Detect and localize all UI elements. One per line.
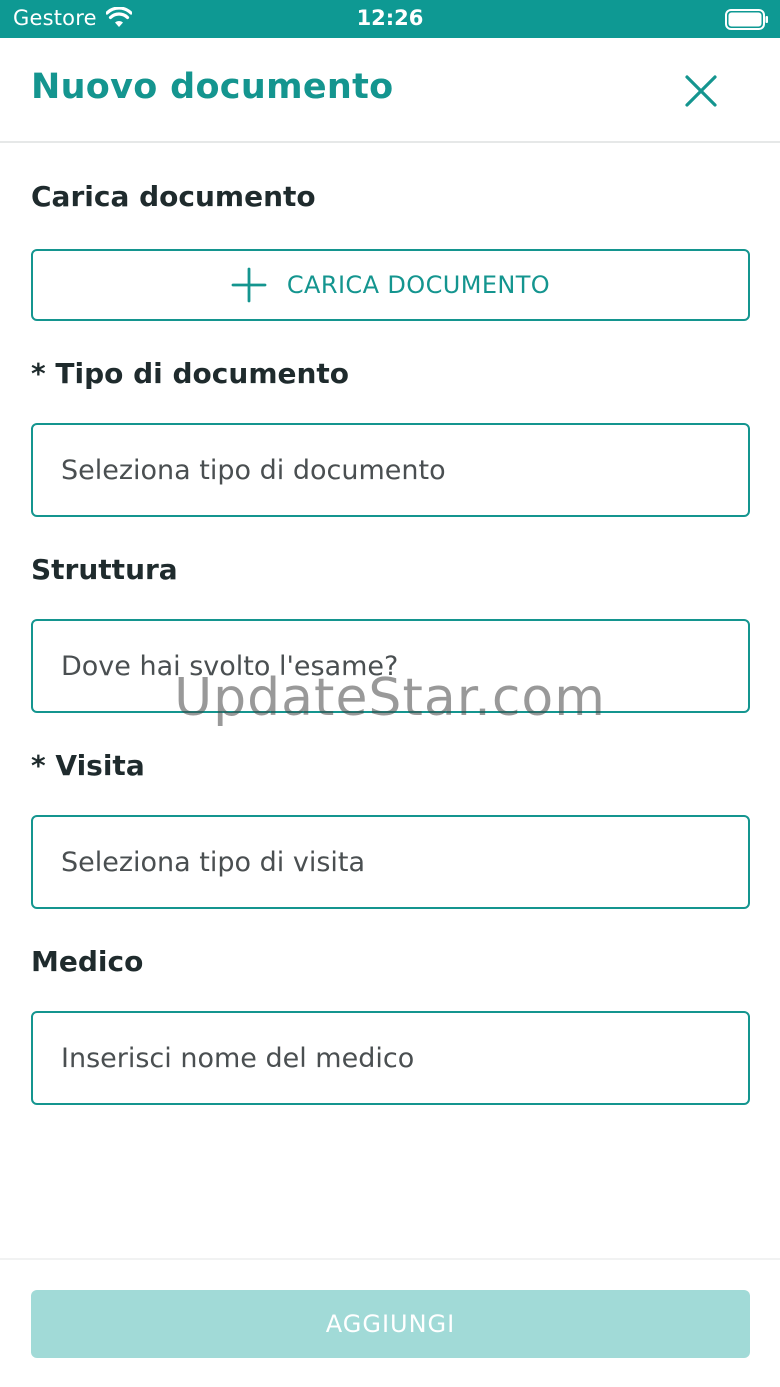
- battery-icon: [725, 9, 768, 30]
- close-icon[interactable]: [680, 70, 722, 112]
- structure-label: Struttura: [31, 553, 178, 586]
- doctor-field[interactable]: [31, 1011, 750, 1105]
- structure-field[interactable]: [31, 619, 750, 713]
- footer: AGGIUNGI: [0, 1258, 780, 1387]
- doctor-label: Medico: [31, 945, 144, 978]
- upload-document-button[interactable]: CARICA DOCUMENTO: [31, 249, 750, 321]
- header: Nuovo documento: [0, 38, 780, 143]
- document-type-label: * Tipo di documento: [31, 357, 350, 390]
- document-type-field[interactable]: [31, 423, 750, 517]
- plus-icon: [231, 267, 267, 303]
- upload-section-label: Carica documento: [31, 180, 316, 213]
- upload-button-label: CARICA DOCUMENTO: [286, 271, 551, 299]
- visit-label: * Visita: [31, 749, 145, 782]
- visit-field[interactable]: [31, 815, 750, 909]
- clock: 12:26: [356, 6, 424, 30]
- status-bar: Gestore 12:26: [0, 0, 780, 38]
- add-button[interactable]: AGGIUNGI: [31, 1290, 750, 1358]
- page-title: Nuovo documento: [31, 67, 394, 107]
